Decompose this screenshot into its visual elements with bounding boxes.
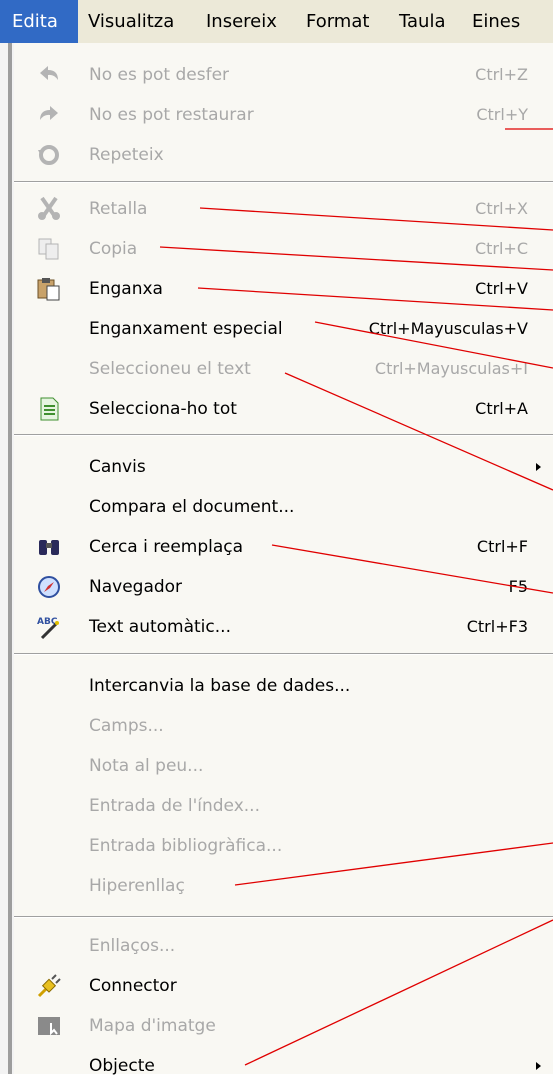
binoculars-icon bbox=[36, 534, 62, 560]
menu-item-footnote[interactable]: Nota al peu... bbox=[14, 750, 553, 782]
redo-icon bbox=[36, 102, 62, 128]
menu-item-object[interactable]: Objecte bbox=[14, 1050, 553, 1082]
autotext-icon: ABC bbox=[36, 614, 62, 640]
menu-item-paste-special[interactable]: Enganxament especial Ctrl+Mayusculas+V bbox=[14, 313, 553, 345]
menu-separator bbox=[14, 181, 553, 183]
menu-item-fields[interactable]: Camps... bbox=[14, 710, 553, 742]
undo-icon bbox=[36, 62, 62, 88]
plug-icon bbox=[36, 973, 62, 999]
menu-taula[interactable]: Taula bbox=[391, 0, 454, 43]
menu-item-navigator[interactable]: Navegador F5 bbox=[14, 571, 553, 603]
menu-item-paste[interactable]: Enganxa Ctrl+V bbox=[14, 273, 553, 305]
menu-insereix[interactable]: Insereix bbox=[198, 0, 285, 43]
menu-separator bbox=[14, 653, 553, 655]
menu-item-cut[interactable]: Retalla Ctrl+X bbox=[14, 193, 553, 225]
menu-separator bbox=[14, 434, 553, 436]
menu-visualitza[interactable]: Visualitza bbox=[80, 0, 182, 43]
menu-eines[interactable]: Eines bbox=[464, 0, 528, 43]
document-icon bbox=[36, 396, 62, 422]
menu-edita[interactable]: Edita bbox=[0, 0, 78, 43]
image-map-icon bbox=[36, 1013, 62, 1039]
menu-item-select-all[interactable]: Selecciona-ho tot Ctrl+A bbox=[14, 393, 553, 425]
paste-icon bbox=[36, 276, 62, 302]
menu-item-index-entry[interactable]: Entrada de l'índex... bbox=[14, 790, 553, 822]
repeat-icon bbox=[36, 142, 62, 168]
document-edge bbox=[0, 43, 14, 1074]
menu-item-repeat[interactable]: Repeteix bbox=[14, 139, 553, 171]
menu-item-connector[interactable]: Connector bbox=[14, 970, 553, 1002]
menu-item-undo[interactable]: No es pot desfer Ctrl+Z bbox=[14, 59, 553, 91]
menu-item-bibliography-entry[interactable]: Entrada bibliogràfica... bbox=[14, 830, 553, 862]
menu-item-links[interactable]: Enllaços... bbox=[14, 930, 553, 962]
menu-item-find-replace[interactable]: Cerca i reemplaça Ctrl+F bbox=[14, 531, 553, 563]
menu-item-exchange-db[interactable]: Intercanvia la base de dades... bbox=[14, 670, 553, 702]
menu-bar: Edita Visualitza Insereix Format Taula E… bbox=[0, 0, 553, 43]
menu-separator bbox=[14, 916, 553, 918]
menu-item-image-map[interactable]: Mapa d'imatge bbox=[14, 1010, 553, 1042]
menu-item-changes[interactable]: Canvis bbox=[14, 451, 553, 483]
menu-item-hyperlink[interactable]: Hiperenllaç bbox=[14, 870, 553, 902]
menu-format[interactable]: Format bbox=[298, 0, 377, 43]
copy-icon bbox=[36, 236, 62, 262]
menu-item-autotext[interactable]: ABC Text automàtic... Ctrl+F3 bbox=[14, 611, 553, 643]
compass-icon bbox=[36, 574, 62, 600]
menu-item-select-text[interactable]: Seleccioneu el text Ctrl+Mayusculas+I bbox=[14, 353, 553, 385]
menu-item-copy[interactable]: Copia Ctrl+C bbox=[14, 233, 553, 265]
scissors-icon bbox=[36, 196, 62, 222]
menu-item-redo[interactable]: No es pot restaurar Ctrl+Y bbox=[14, 99, 553, 131]
edit-dropdown-menu: No es pot desfer Ctrl+Z No es pot restau… bbox=[14, 43, 553, 1076]
submenu-arrow-icon bbox=[536, 1062, 541, 1070]
submenu-arrow-icon bbox=[536, 463, 541, 471]
menu-item-compare[interactable]: Compara el document... bbox=[14, 491, 553, 523]
